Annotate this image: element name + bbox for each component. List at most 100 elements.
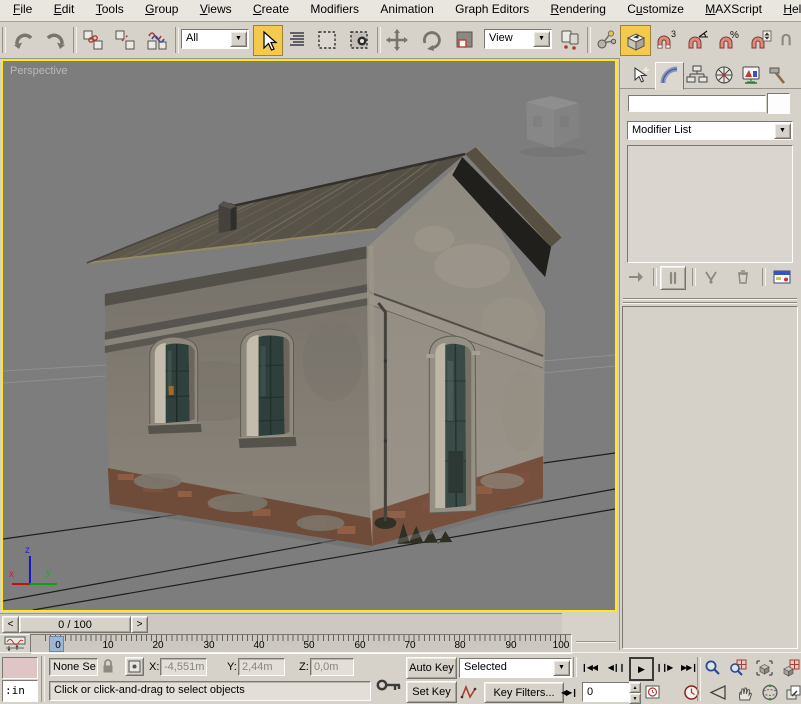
selection-lock-toggle[interactable]: [100, 657, 116, 675]
y-coord-field[interactable]: 2,44m: [238, 658, 285, 676]
rectangular-selection-region-button[interactable]: [313, 26, 341, 54]
pan-button[interactable]: [733, 683, 756, 701]
menu-bar: File Edit Tools Group Views Create Modif…: [0, 0, 801, 22]
time-slider-handle[interactable]: 0 / 100: [19, 616, 131, 633]
snaps-toggle-button[interactable]: [620, 25, 651, 56]
tab-create[interactable]: [627, 62, 654, 87]
go-to-start-button[interactable]: ❙◀◀: [578, 659, 600, 676]
x-coord-field[interactable]: -4,551m: [160, 658, 207, 676]
zoom-button[interactable]: [701, 658, 723, 677]
previous-frame-button[interactable]: <: [2, 616, 19, 633]
selection-filter-arrow-icon[interactable]: ▼: [230, 31, 247, 47]
show-end-result-button[interactable]: [660, 266, 686, 290]
frame-spinner[interactable]: ▲ ▼: [629, 682, 639, 702]
play-button[interactable]: ▶: [629, 657, 654, 681]
frame-spinner-down-icon[interactable]: ▼: [629, 693, 641, 704]
modifier-stack-list[interactable]: [627, 145, 793, 263]
menu-edit[interactable]: Edit: [45, 0, 84, 19]
key-filters-button[interactable]: Key Filters...: [484, 682, 564, 703]
viewport-label[interactable]: Perspective: [10, 65, 67, 77]
select-and-rotate-button[interactable]: [417, 26, 445, 54]
redo-button[interactable]: [41, 26, 69, 54]
frame-spinner-up-icon[interactable]: ▲: [629, 682, 641, 693]
previous-key-button[interactable]: ◀❙❙: [606, 659, 626, 676]
tab-utilities[interactable]: [764, 62, 791, 87]
select-and-link-button[interactable]: [79, 26, 107, 54]
toolbar-grip[interactable]: [2, 27, 6, 53]
zoom-all-button[interactable]: [727, 658, 749, 677]
key-mode-dropdown[interactable]: Selected ▼: [459, 658, 572, 678]
window-crossing-toggle-button[interactable]: [345, 26, 373, 54]
tab-modify[interactable]: [655, 62, 684, 90]
object-name-field[interactable]: [628, 95, 766, 112]
select-object-button[interactable]: [253, 25, 283, 56]
open-mini-curve-editor-button[interactable]: [2, 635, 28, 652]
rollout-area[interactable]: [622, 306, 798, 649]
object-color-swatch[interactable]: [767, 93, 790, 114]
zoom-extents-all-button[interactable]: [780, 658, 801, 677]
configure-modifier-sets-icon: [772, 269, 792, 285]
time-configuration-button[interactable]: [644, 683, 662, 701]
next-frame-button[interactable]: >: [131, 616, 148, 633]
toolbar-clipped-button[interactable]: [780, 26, 801, 54]
tab-motion[interactable]: [710, 62, 737, 87]
set-key-button[interactable]: Set Key: [406, 681, 457, 703]
menu-graph-editors[interactable]: Graph Editors: [446, 0, 538, 19]
select-and-manipulate-button[interactable]: [592, 26, 618, 54]
key-mode-toggle-button[interactable]: ◀▶❙: [560, 684, 578, 700]
selection-filter-dropdown[interactable]: All ▼: [181, 29, 249, 49]
arc-rotate-button[interactable]: [759, 683, 781, 701]
macro-recorder-pane[interactable]: [2, 657, 38, 679]
zoom-extents-button[interactable]: [753, 658, 776, 677]
tab-hierarchy[interactable]: [683, 62, 710, 87]
field-of-view-button[interactable]: [707, 683, 729, 701]
menu-file[interactable]: File: [4, 0, 41, 19]
set-keys-button[interactable]: [375, 671, 403, 699]
current-frame-field[interactable]: 0: [582, 682, 630, 702]
spinner-snap-toggle-button[interactable]: [747, 26, 775, 54]
make-unique-button[interactable]: [700, 267, 722, 287]
min-max-toggle-button[interactable]: [784, 683, 801, 701]
time-slider-track[interactable]: < 0 / 100 >: [0, 613, 562, 635]
menu-tools[interactable]: Tools: [87, 0, 133, 19]
menu-animation[interactable]: Animation: [371, 0, 442, 19]
use-pivot-point-center-button[interactable]: [556, 26, 584, 54]
unlink-selection-button[interactable]: [111, 26, 139, 54]
key-mode-arrow-icon[interactable]: ▼: [553, 660, 570, 676]
tab-display[interactable]: [737, 62, 764, 87]
bind-to-space-warp-button[interactable]: [143, 26, 171, 54]
select-and-scale-button[interactable]: [451, 26, 479, 54]
perspective-viewport[interactable]: z x y Perspective: [1, 59, 617, 612]
undo-icon: [12, 28, 36, 52]
menu-group[interactable]: Group: [136, 0, 187, 19]
menu-create[interactable]: Create: [244, 0, 298, 19]
auto-key-button[interactable]: Auto Key: [406, 657, 457, 679]
coord-system-arrow-icon[interactable]: ▼: [533, 31, 550, 47]
menu-views[interactable]: Views: [191, 0, 241, 19]
remove-modifier-button[interactable]: [732, 267, 754, 287]
pin-stack-button[interactable]: [625, 267, 647, 287]
reference-coordinate-dropdown[interactable]: View ▼: [484, 29, 552, 49]
snap-3d-toggle-button[interactable]: 3: [652, 26, 680, 54]
undo-button[interactable]: [10, 26, 38, 54]
menu-help[interactable]: Help: [774, 0, 801, 19]
track-bar[interactable]: 0 10 20 30 40 50 60 70 80 90 100: [30, 634, 572, 654]
modifier-list-arrow-icon[interactable]: ▼: [774, 123, 791, 139]
next-key-button[interactable]: ❙❙▶: [654, 659, 674, 676]
absolute-mode-toggle[interactable]: [125, 657, 144, 676]
menu-maxscript[interactable]: MAXScript: [696, 0, 771, 19]
angle-snap-toggle-button[interactable]: [684, 26, 712, 54]
z-coord-field[interactable]: 0,0m: [310, 658, 354, 676]
configure-modifier-sets-button[interactable]: [770, 267, 794, 287]
modifier-list-dropdown[interactable]: Modifier List ▼: [627, 121, 793, 140]
viewport-canvas[interactable]: z x y: [3, 61, 615, 610]
default-tangents-button[interactable]: [459, 682, 479, 701]
percent-snap-toggle-button[interactable]: %: [715, 26, 743, 54]
menu-modifiers[interactable]: Modifiers: [301, 0, 368, 19]
mini-listener-pane[interactable]: :in: [2, 680, 38, 702]
trackbar-splitter[interactable]: [576, 641, 616, 643]
select-and-move-button[interactable]: [383, 26, 411, 54]
menu-rendering[interactable]: Rendering: [542, 0, 615, 19]
menu-customize[interactable]: Customize: [618, 0, 693, 19]
select-by-name-button[interactable]: [284, 26, 310, 54]
